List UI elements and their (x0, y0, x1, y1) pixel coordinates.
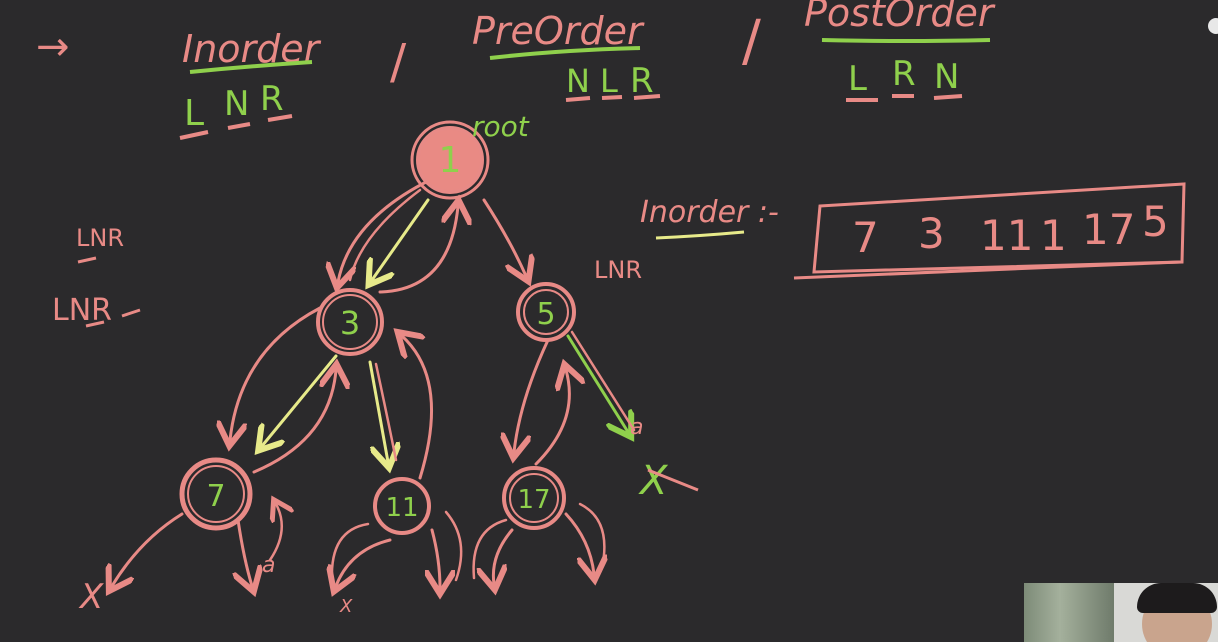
preorder-code-n: N (566, 62, 590, 100)
result-label: Inorder :- (640, 195, 779, 230)
postorder-code-r: R (892, 54, 916, 94)
inorder-result: Inorder :- 7 3 11 1 17 5 (640, 182, 1186, 280)
webcam-background-wall (1024, 583, 1114, 642)
separator-2: / (742, 9, 761, 74)
null-mark-3: X (638, 458, 669, 504)
edge-rightleft-nullleft (493, 528, 514, 584)
right-note: LNR (594, 256, 642, 284)
node-left-left-value: 7 (206, 479, 225, 514)
node-right-left-value: 17 (517, 485, 550, 515)
root-label: root (472, 110, 530, 143)
edge-rightleft-right-return (534, 370, 569, 466)
result-item-2: 3 (918, 209, 945, 258)
node-root-value: 1 (439, 140, 462, 181)
tree-edges (112, 178, 636, 588)
postorder-code-l: L (848, 59, 867, 99)
header-arrow: → (36, 24, 70, 70)
node-right-value: 5 (536, 297, 555, 332)
node-left-value: 3 (340, 304, 360, 342)
result-sequence: 7 3 11 1 17 5 (852, 197, 1169, 262)
side-note-1-underline (77, 256, 97, 264)
node-left: 3 (316, 288, 384, 356)
result-item-4: 1 (1040, 211, 1067, 260)
edge-leftright-root-return (402, 336, 434, 480)
result-item-3: 11 (980, 211, 1033, 260)
edge-leftright-nullright (432, 528, 440, 588)
whiteboard: → Inorder L N R / PreOrder N L R / PostO… (36, 0, 1218, 617)
null-label-2: a (630, 415, 643, 440)
edge-nullright-leftleft-return (268, 504, 282, 562)
corner-dot (1208, 18, 1218, 34)
node-right: 5 (516, 282, 576, 342)
edge-left-leftleft-yellow (262, 354, 338, 446)
result-item-6: 5 (1142, 197, 1169, 246)
preorder-code: N L R (565, 61, 661, 102)
edge-left-leftleft-pink (230, 306, 322, 440)
postorder-underline (821, 38, 991, 43)
edge-root-left-pink (338, 178, 432, 282)
presenter-hair (1137, 583, 1217, 613)
side-note-1: LNR (76, 224, 124, 252)
edge-rightleft-nullright (564, 512, 594, 574)
tree-nodes: 1 root 3 5 7 11 17 (179, 110, 576, 535)
inorder-code-n: N (224, 84, 249, 124)
edge-right-rightleft-pink (514, 338, 550, 452)
preorder-title: PreOrder (472, 9, 645, 53)
null-mark-1: X (78, 577, 104, 617)
edge-left-root-return (378, 206, 458, 294)
edge-leftleft-left-return (252, 370, 336, 474)
inorder-code: L N R (179, 79, 293, 140)
node-right-left: 17 (502, 466, 566, 530)
webcam-overlay (1024, 583, 1218, 642)
edge-right-null-pink (570, 330, 636, 432)
node-root: 1 root (410, 110, 530, 200)
postorder-code-n: N (934, 57, 959, 97)
edge-root-right-pink (482, 198, 526, 276)
edge-right-null-green (566, 334, 628, 432)
node-left-right: 11 (373, 477, 431, 535)
postorder-title: PostOrder (804, 0, 996, 35)
preorder-code-l: L (600, 62, 618, 100)
node-left-left: 7 (179, 457, 253, 531)
null-label-1: a (262, 553, 275, 578)
result-item-5: 17 (1082, 205, 1135, 254)
result-label-underline (655, 230, 745, 240)
edge-leftleft-nullright (238, 518, 252, 586)
edge-leftright-nullleft (336, 538, 392, 586)
null-mark-2: X (339, 596, 353, 617)
edge-nullright-leftright-return (444, 510, 463, 582)
node-left-right-value: 11 (385, 493, 418, 523)
separator-1: / (390, 34, 407, 90)
inorder-code-r: R (260, 79, 284, 119)
postorder-code: L R N (846, 54, 963, 102)
edge-leftleft-nullleft (112, 512, 184, 586)
inorder-code-l: L (184, 93, 204, 134)
result-item-1: 7 (852, 213, 879, 262)
